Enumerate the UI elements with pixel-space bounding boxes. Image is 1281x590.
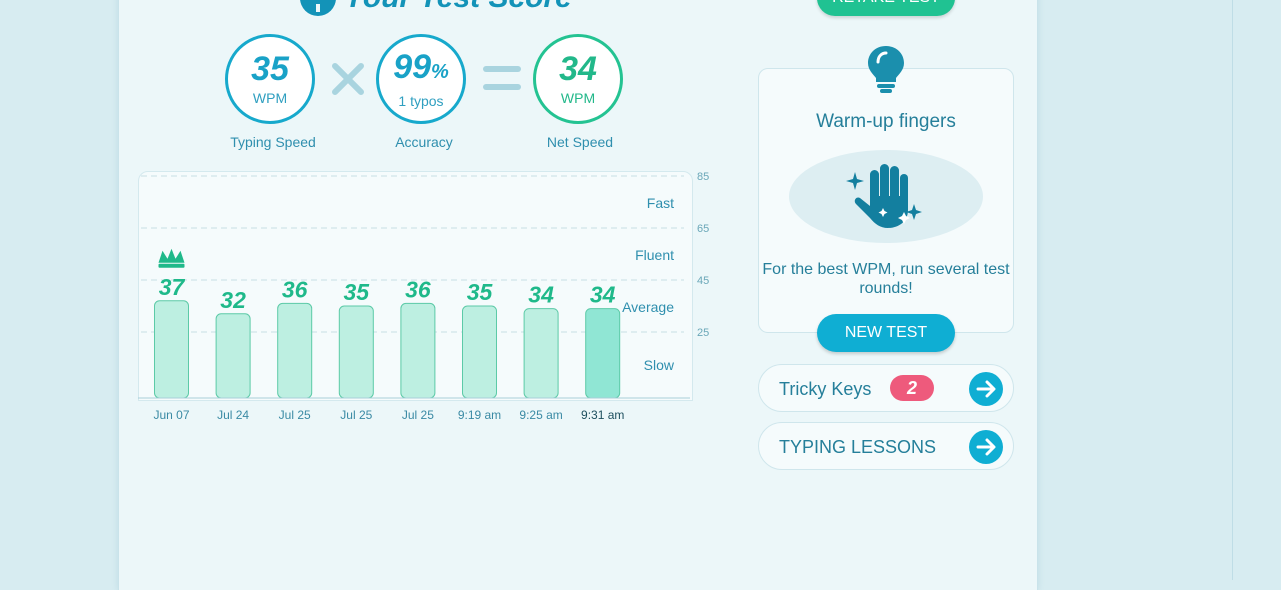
arrow-right-icon[interactable] xyxy=(969,372,1003,406)
x-tick-label: Jun 07 xyxy=(153,408,189,422)
bar-value-label: 36 xyxy=(282,276,308,302)
x-tick-label: 9:31 am xyxy=(581,408,624,422)
tricky-keys-count-badge: 2 xyxy=(890,375,934,401)
zone-label: Average xyxy=(622,299,674,315)
tip-title: Warm-up fingers xyxy=(816,111,956,132)
crown-icon xyxy=(158,248,185,263)
bar-value-label: 35 xyxy=(344,279,371,305)
wpm-bar[interactable] xyxy=(338,305,374,399)
zone-label: Fast xyxy=(647,195,674,211)
typing-lessons-label: TYPING LESSONS xyxy=(779,437,937,457)
bar-value-label: 34 xyxy=(590,282,616,308)
tricky-keys-label: Tricky Keys xyxy=(779,379,872,399)
x-tick-label: Jul 25 xyxy=(279,408,311,422)
sparkling-hand-icon xyxy=(846,164,922,228)
arrow-right-icon[interactable] xyxy=(969,430,1003,464)
lightbulb-icon xyxy=(868,46,904,93)
zone-label: Slow xyxy=(644,357,675,373)
x-tick-label: Jul 25 xyxy=(402,408,434,422)
zone-label: Fluent xyxy=(635,247,674,263)
wpm-history-plot: 25 45 65 85 Slow Average Fluent Fast 37 Jun 07 32 J… xyxy=(138,171,709,422)
typing-lessons-link[interactable]: TYPING LESSONS xyxy=(758,422,1014,470)
crown-base xyxy=(158,263,185,268)
x-tick-label: Jul 25 xyxy=(340,408,372,422)
new-test-button[interactable]: NEW TEST xyxy=(817,314,955,352)
y-tick-label: 25 xyxy=(697,327,709,339)
bar-value-label: 36 xyxy=(405,276,431,302)
y-tick-label: 45 xyxy=(697,275,709,287)
bar-value-label: 32 xyxy=(220,287,246,313)
bar-value-label: 37 xyxy=(159,274,186,300)
bar-value-label: 35 xyxy=(467,279,494,305)
x-tick-label: Jul 24 xyxy=(217,408,249,422)
tip-text: For the best WPM, run several test round… xyxy=(762,261,1010,297)
wpm-bar[interactable] xyxy=(400,302,436,399)
y-tick-label: 85 xyxy=(697,171,709,183)
bar-value-label: 34 xyxy=(528,282,554,308)
x-tick-label: 9:25 am xyxy=(519,408,562,422)
x-tick-label: 9:19 am xyxy=(458,408,501,422)
wpm-bar[interactable] xyxy=(277,302,313,399)
wpm-bar[interactable] xyxy=(215,313,251,399)
wpm-bar[interactable] xyxy=(154,300,189,399)
y-tick-label: 65 xyxy=(697,223,709,235)
wpm-bar[interactable] xyxy=(462,305,497,399)
wpm-bar[interactable] xyxy=(585,308,621,399)
tricky-keys-link[interactable]: Tricky Keys 2 xyxy=(758,364,1014,412)
wpm-bar[interactable] xyxy=(523,308,559,399)
